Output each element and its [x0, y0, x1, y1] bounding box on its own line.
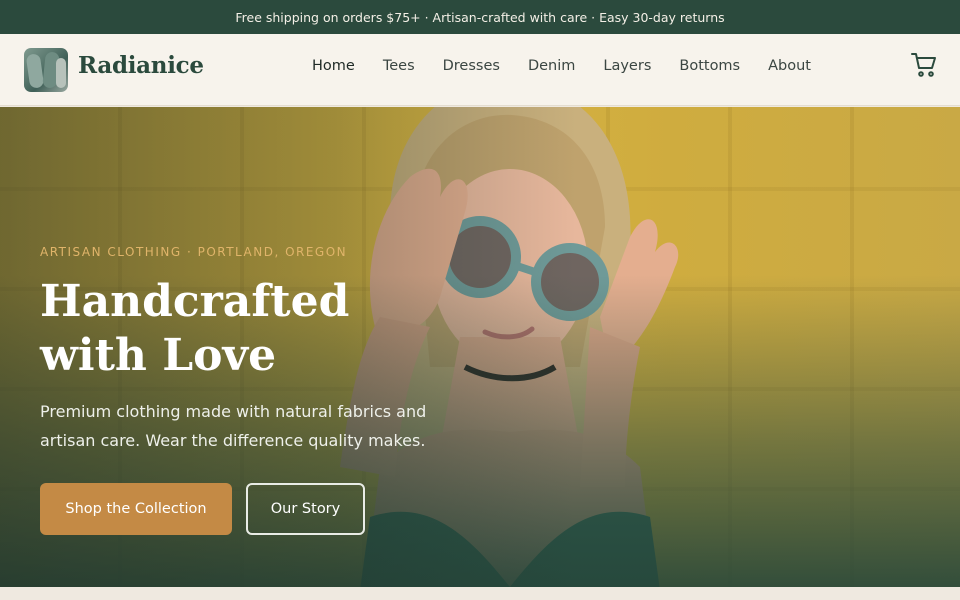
hero-headline-line2: with Love: [40, 330, 277, 381]
page-bottom-strip: [0, 587, 960, 600]
nav-denim[interactable]: Denim: [528, 58, 575, 74]
brand-logo[interactable]: [24, 48, 68, 92]
announcement-bar: Free shipping on orders $75+ · Artisan-c…: [0, 0, 960, 34]
hero-headline-line1: Handcrafted: [40, 276, 350, 327]
site-header: Radianice Home Tees Dresses Denim Layers…: [0, 34, 960, 106]
hero-subheading-line1: Premium clothing made with natural fabri…: [40, 402, 427, 421]
nav-layers[interactable]: Layers: [603, 58, 651, 74]
hero-eyebrow: ARTISAN CLOTHING · PORTLAND, OREGON: [40, 245, 348, 259]
brand-name[interactable]: Radianice: [78, 52, 204, 79]
hero-headline: Handcrafted with Love: [40, 275, 460, 383]
nav-about[interactable]: About: [768, 58, 811, 74]
nav-home[interactable]: Home: [312, 58, 355, 74]
main-nav: Home Tees Dresses Denim Layers Bottoms A…: [312, 58, 811, 74]
announcement-text: Free shipping on orders $75+ · Artisan-c…: [235, 9, 725, 25]
nav-tees[interactable]: Tees: [383, 58, 415, 74]
hero-banner: ARTISAN CLOTHING · PORTLAND, OREGON Hand…: [0, 107, 960, 587]
nav-bottoms[interactable]: Bottoms: [679, 58, 740, 74]
hero-subheading: Premium clothing made with natural fabri…: [40, 397, 440, 455]
hero-subheading-line2: artisan care. Wear the difference qualit…: [40, 431, 426, 450]
shopping-cart-icon[interactable]: [910, 51, 938, 79]
nav-dresses[interactable]: Dresses: [443, 58, 500, 74]
shop-collection-button[interactable]: Shop the Collection: [40, 483, 232, 535]
our-story-button[interactable]: Our Story: [246, 483, 365, 535]
